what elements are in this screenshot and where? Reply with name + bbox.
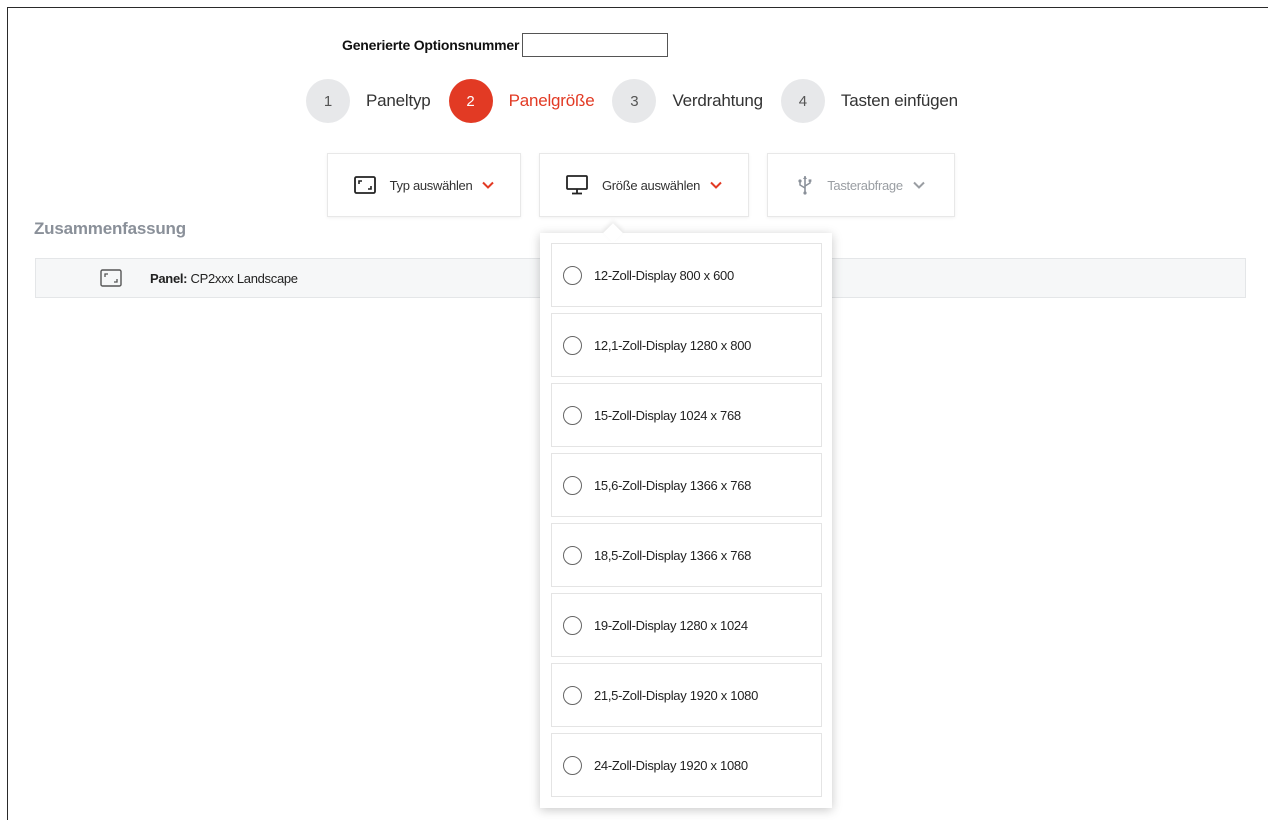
step-number: 3 xyxy=(612,79,657,123)
radio-button[interactable] xyxy=(563,475,582,495)
size-option-label: 24-Zoll-Display 1920 x 1080 xyxy=(594,757,748,773)
key-query-dropdown[interactable]: Tasterabfrage xyxy=(767,153,955,217)
size-option-label: 19-Zoll-Display 1280 x 1024 xyxy=(594,617,748,633)
option-number-row: Generierte Optionsnummer xyxy=(342,33,669,57)
type-select-label: Typ auswählen xyxy=(389,177,473,193)
step-label: Verdrahtung xyxy=(672,91,763,110)
radio-button[interactable] xyxy=(563,755,582,775)
step-verdrahtung[interactable]: 3 Verdrahtung xyxy=(612,79,763,123)
size-option-label: 12-Zoll-Display 800 x 600 xyxy=(594,267,734,283)
size-option[interactable]: 18,5-Zoll-Display 1366 x 768 xyxy=(551,523,822,587)
size-option[interactable]: 15-Zoll-Display 1024 x 768 xyxy=(551,383,822,447)
size-option[interactable]: 21,5-Zoll-Display 1920 x 1080 xyxy=(551,663,822,727)
size-option[interactable]: 19-Zoll-Display 1280 x 1024 xyxy=(551,593,822,657)
chevron-down-icon xyxy=(482,181,495,189)
size-select-dropdown[interactable]: Größe auswählen xyxy=(539,153,749,217)
radio-button[interactable] xyxy=(563,335,582,355)
radio-button[interactable] xyxy=(563,405,582,425)
size-option-label: 12,1-Zoll-Display 1280 x 800 xyxy=(594,337,752,353)
chevron-down-icon xyxy=(913,181,925,189)
type-select-dropdown[interactable]: Typ auswählen xyxy=(327,153,521,217)
size-option[interactable]: 12,1-Zoll-Display 1280 x 800 xyxy=(551,313,822,377)
size-option[interactable]: 24-Zoll-Display 1920 x 1080 xyxy=(551,733,822,797)
step-number: 4 xyxy=(780,79,825,123)
option-number-label: Generierte Optionsnummer xyxy=(342,37,520,53)
chevron-down-icon xyxy=(710,181,722,189)
panel-frame-icon xyxy=(100,269,122,287)
step-panelgroesse[interactable]: 2 Panelgröße xyxy=(448,79,595,123)
radio-button[interactable] xyxy=(563,615,582,635)
usb-icon xyxy=(797,175,813,195)
radio-button[interactable] xyxy=(563,685,582,705)
step-label: Tasten einfügen xyxy=(840,91,958,110)
summary-panel-text: Panel: CP2xxx Landscape xyxy=(150,271,298,286)
option-number-input[interactable] xyxy=(522,33,669,57)
radio-button[interactable] xyxy=(563,265,582,285)
summary-panel-key: Panel: xyxy=(150,270,188,286)
monitor-icon xyxy=(566,175,588,195)
size-option-label: 15,6-Zoll-Display 1366 x 768 xyxy=(594,477,752,493)
size-options-popup: 12-Zoll-Display 800 x 600 12,1-Zoll-Disp… xyxy=(540,233,832,808)
summary-title: Zusammenfassung xyxy=(34,219,186,238)
step-paneltyp[interactable]: 1 Paneltyp xyxy=(306,79,431,123)
step-number: 1 xyxy=(306,79,350,123)
size-option-label: 18,5-Zoll-Display 1366 x 768 xyxy=(594,547,752,563)
step-label: Paneltyp xyxy=(366,91,431,110)
step-number: 2 xyxy=(448,79,493,123)
step-label: Panelgröße xyxy=(508,91,595,110)
size-option[interactable]: 15,6-Zoll-Display 1366 x 768 xyxy=(551,453,822,517)
size-select-label: Größe auswählen xyxy=(601,177,701,193)
summary-panel-value: CP2xxx Landscape xyxy=(190,270,299,286)
panel-frame-icon xyxy=(353,176,376,194)
step-tasten-einfuegen[interactable]: 4 Tasten einfügen xyxy=(780,79,958,123)
size-option[interactable]: 12-Zoll-Display 800 x 600 xyxy=(551,243,822,307)
radio-button[interactable] xyxy=(563,545,582,565)
size-option-label: 21,5-Zoll-Display 1920 x 1080 xyxy=(594,687,759,703)
stepper: 1 Paneltyp 2 Panelgröße 3 Verdrahtung 4 … xyxy=(306,79,976,123)
key-query-label: Tasterabfrage xyxy=(827,177,903,193)
size-option-label: 15-Zoll-Display 1024 x 768 xyxy=(594,407,741,423)
